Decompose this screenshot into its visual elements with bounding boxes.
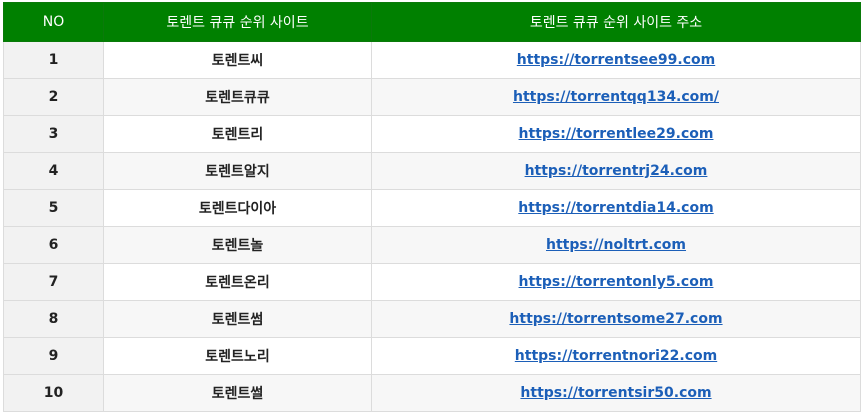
site-url-link[interactable]: https://torrentrj24.com [525,163,708,179]
row-number: 9 [3,337,104,375]
site-name: 토렌트씨 [103,41,372,79]
site-name: 토렌트썸 [103,300,372,338]
table-row: 5 토렌트다이아 https://torrentdia14.com [3,189,861,227]
row-number: 8 [3,300,104,338]
header-site-url: 토렌트 큐큐 순위 사이트 주소 [371,2,861,42]
row-number: 2 [3,78,104,116]
table-row: 1 토렌트씨 https://torrentsee99.com [3,41,861,79]
table-row: 8 토렌트썸 https://torrentsome27.com [3,300,861,338]
site-url-link[interactable]: https://torrentnori22.com [515,348,717,364]
torrent-site-ranking-table: NO 토렌트 큐큐 순위 사이트 토렌트 큐큐 순위 사이트 주소 1 토렌트씨… [3,2,861,412]
site-name: 토렌트큐큐 [103,78,372,116]
header-row: NO 토렌트 큐큐 순위 사이트 토렌트 큐큐 순위 사이트 주소 [3,2,861,42]
header-no: NO [3,2,104,42]
row-number: 4 [3,152,104,190]
table-row: 2 토렌트큐큐 https://torrentqq134.com/ [3,78,861,116]
site-url-link[interactable]: https://torrentsee99.com [517,52,715,68]
table-row: 3 토렌트리 https://torrentlee29.com [3,115,861,153]
site-url-cell: https://torrentqq134.com/ [371,78,861,116]
site-url-link[interactable]: https://torrentonly5.com [519,274,714,290]
site-url-cell: https://torrentlee29.com [371,115,861,153]
table-body: 1 토렌트씨 https://torrentsee99.com 2 토렌트큐큐 … [3,41,861,412]
site-url-link[interactable]: https://torrentlee29.com [519,126,714,142]
site-name: 토렌트온리 [103,263,372,301]
site-name: 토렌트썰 [103,374,372,412]
site-url-cell: https://torrentsee99.com [371,41,861,79]
site-url-link[interactable]: https://torrentqq134.com/ [513,89,719,105]
site-url-cell: https://torrentrj24.com [371,152,861,190]
table-header: NO 토렌트 큐큐 순위 사이트 토렌트 큐큐 순위 사이트 주소 [3,2,861,42]
site-url-cell: https://torrentsome27.com [371,300,861,338]
site-name: 토렌트리 [103,115,372,153]
page: NO 토렌트 큐큐 순위 사이트 토렌트 큐큐 순위 사이트 주소 1 토렌트씨… [0,0,863,414]
row-number: 5 [3,189,104,227]
site-url-cell: https://torrentdia14.com [371,189,861,227]
row-number: 7 [3,263,104,301]
row-number: 10 [3,374,104,412]
site-url-cell: https://torrentonly5.com [371,263,861,301]
site-url-cell: https://noltrt.com [371,226,861,264]
row-number: 1 [3,41,104,79]
row-number: 3 [3,115,104,153]
site-url-link[interactable]: https://torrentsir50.com [520,385,711,401]
site-name: 토렌트놀 [103,226,372,264]
table-row: 7 토렌트온리 https://torrentonly5.com [3,263,861,301]
table-row: 4 토렌트알지 https://torrentrj24.com [3,152,861,190]
site-name: 토렌트알지 [103,152,372,190]
site-url-link[interactable]: https://noltrt.com [546,237,686,253]
table-row: 6 토렌트놀 https://noltrt.com [3,226,861,264]
site-url-cell: https://torrentsir50.com [371,374,861,412]
site-name: 토렌트노리 [103,337,372,375]
table-row: 9 토렌트노리 https://torrentnori22.com [3,337,861,375]
header-site-name: 토렌트 큐큐 순위 사이트 [103,2,372,42]
site-url-cell: https://torrentnori22.com [371,337,861,375]
row-number: 6 [3,226,104,264]
site-name: 토렌트다이아 [103,189,372,227]
site-url-link[interactable]: https://torrentsome27.com [509,311,722,327]
site-url-link[interactable]: https://torrentdia14.com [518,200,713,216]
table-row: 10 토렌트썰 https://torrentsir50.com [3,374,861,412]
